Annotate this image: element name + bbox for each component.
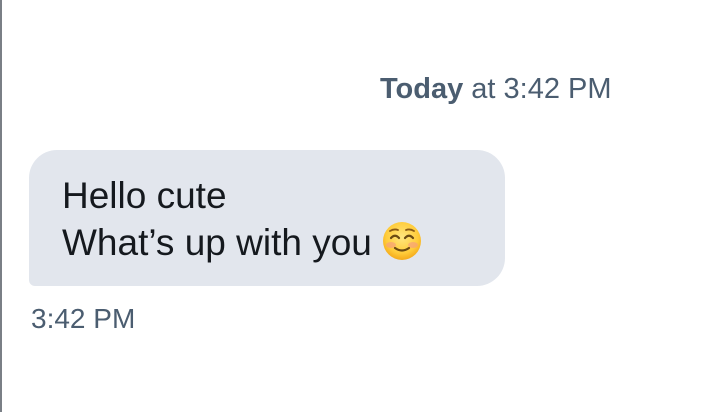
smiling-face-emoji-icon	[382, 221, 422, 261]
message-line-1: Hello cute	[62, 175, 227, 216]
message-line-2-container: What’s up with you	[62, 219, 505, 266]
message-timestamp: 3:42 PM	[31, 303, 136, 334]
message-line-2: What’s up with you	[62, 222, 372, 263]
date-divider: Today at 3:42 PM	[380, 70, 612, 108]
date-divider-time: at 3:42 PM	[463, 73, 612, 105]
message-bubble[interactable]: Hello cute What’s up with you	[29, 150, 505, 286]
date-divider-day: Today	[380, 73, 464, 105]
chat-window: Today at 3:42 PM Hello cute What’s up wi…	[0, 0, 721, 412]
